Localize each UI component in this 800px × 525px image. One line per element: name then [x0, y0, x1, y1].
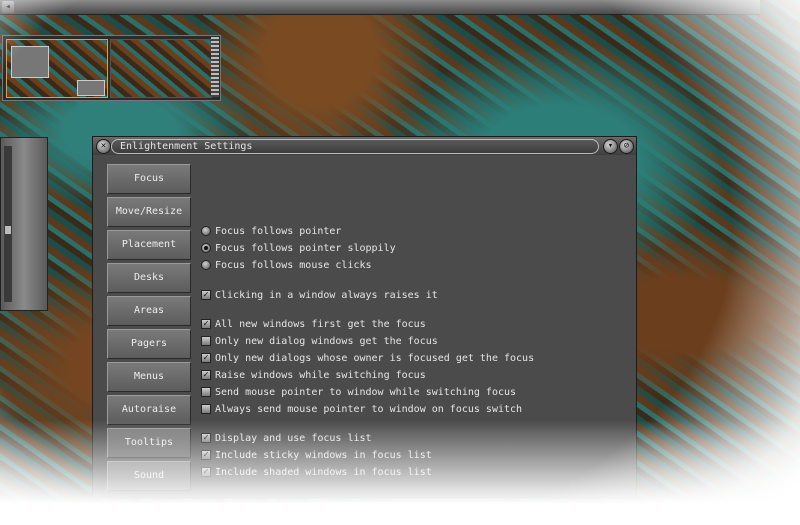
checkbox[interactable]: ✓ [201, 290, 211, 300]
checkbox-sticky-in-focus-list[interactable]: ✓ Include sticky windows in focus list [201, 448, 432, 462]
tab-menus[interactable]: Menus [107, 362, 191, 392]
option-label: Focus follows pointer sloppily [215, 242, 396, 254]
checkbox[interactable] [201, 387, 211, 397]
checkbox-shaded-in-focus-list[interactable]: ✓ Include shaded windows in focus list [201, 465, 432, 479]
tab-desks[interactable]: Desks [107, 263, 191, 293]
option-label: Focus follows pointer [215, 225, 342, 237]
option-label: All new windows first get the focus [215, 318, 426, 330]
checkbox-owner-focused-dialogs[interactable]: ✓ Only new dialogs whose owner is focuse… [201, 351, 534, 365]
checkbox[interactable]: ✓ [201, 467, 211, 477]
checkbox-new-windows-focus[interactable]: ✓ All new windows first get the focus [201, 317, 426, 331]
option-label: Only new dialogs whose owner is focused … [215, 352, 535, 364]
radio-focus-follows-pointer[interactable]: Focus follows pointer [201, 224, 341, 238]
pager-desk-1[interactable] [6, 39, 108, 98]
radio-button[interactable] [201, 260, 211, 270]
arrow-icon[interactable]: ◂ [2, 1, 14, 13]
title-pill[interactable]: Enlightenment Settings [111, 139, 599, 154]
option-label: Include shaded windows in focus list [215, 466, 432, 478]
checkbox[interactable]: ✓ [201, 319, 211, 329]
checkbox[interactable]: ✓ [201, 353, 211, 363]
option-label: Focus follows mouse clicks [215, 259, 372, 271]
checkbox-focus-list[interactable]: ✓ Display and use focus list [201, 431, 372, 445]
window-titlebar[interactable]: ✕ Enlightenment Settings ▾ ⊘ [93, 137, 636, 155]
pager-desk-2[interactable] [110, 39, 212, 98]
option-label: Raise windows while switching focus [215, 369, 426, 381]
radio-button[interactable] [201, 226, 211, 236]
radio-focus-follows-mouse-clicks[interactable]: Focus follows mouse clicks [201, 258, 372, 272]
checkbox-click-raises[interactable]: ✓ Clicking in a window always raises it [201, 288, 438, 302]
mini-window [11, 46, 49, 78]
window-title: Enlightenment Settings [120, 141, 253, 152]
tab-sound[interactable]: Sound [107, 461, 191, 491]
pager-drag-handle[interactable] [211, 37, 219, 97]
checkbox[interactable]: ✓ [201, 450, 211, 460]
tab-placement[interactable]: Placement [107, 230, 191, 260]
checkbox-always-send-pointer[interactable]: Always send mouse pointer to window on f… [201, 402, 522, 416]
side-scrollbar-thumb[interactable] [5, 226, 11, 234]
option-label: Always send mouse pointer to window on f… [215, 403, 523, 415]
tab-areas[interactable]: Areas [107, 296, 191, 326]
side-scrollbar[interactable] [4, 146, 12, 302]
checkbox[interactable]: ✓ [201, 433, 211, 443]
iconify-icon[interactable]: ⊘ [619, 139, 634, 154]
checkbox[interactable]: ✓ [201, 370, 211, 380]
option-label: Send mouse pointer to window while switc… [215, 386, 517, 398]
tab-tooltips[interactable]: Tooltips [107, 428, 191, 458]
close-icon[interactable]: ✕ [96, 139, 111, 154]
option-label: Display and use focus list [215, 432, 372, 444]
shade-icon[interactable]: ▾ [603, 139, 618, 154]
settings-tabs: Focus Move/Resize Placement Desks Areas … [107, 164, 191, 494]
side-panel [0, 137, 48, 311]
checkbox-raise-while-switching[interactable]: ✓ Raise windows while switching focus [201, 368, 426, 382]
tab-move-resize[interactable]: Move/Resize [107, 197, 191, 227]
radio-focus-follows-pointer-sloppily[interactable]: Focus follows pointer sloppily [201, 241, 396, 255]
option-label: Only new dialog windows get the focus [215, 335, 438, 347]
tab-autoraise[interactable]: Autoraise [107, 395, 191, 425]
option-label: Include sticky windows in focus list [215, 449, 432, 461]
option-label: Clicking in a window always raises it [215, 289, 438, 301]
pager [2, 35, 221, 101]
checkbox-send-pointer-while-switching[interactable]: Send mouse pointer to window while switc… [201, 385, 516, 399]
checkbox-new-dialogs-focus[interactable]: Only new dialog windows get the focus [201, 334, 438, 348]
settings-window: ✕ Enlightenment Settings ▾ ⊘ Focus Move/… [92, 136, 637, 498]
radio-button[interactable] [201, 243, 211, 253]
top-bar: ◂ [0, 0, 760, 15]
tab-pagers[interactable]: Pagers [107, 329, 191, 359]
checkbox[interactable] [201, 336, 211, 346]
mini-window [77, 80, 105, 96]
checkbox[interactable] [201, 404, 211, 414]
tab-focus[interactable]: Focus [107, 164, 191, 194]
